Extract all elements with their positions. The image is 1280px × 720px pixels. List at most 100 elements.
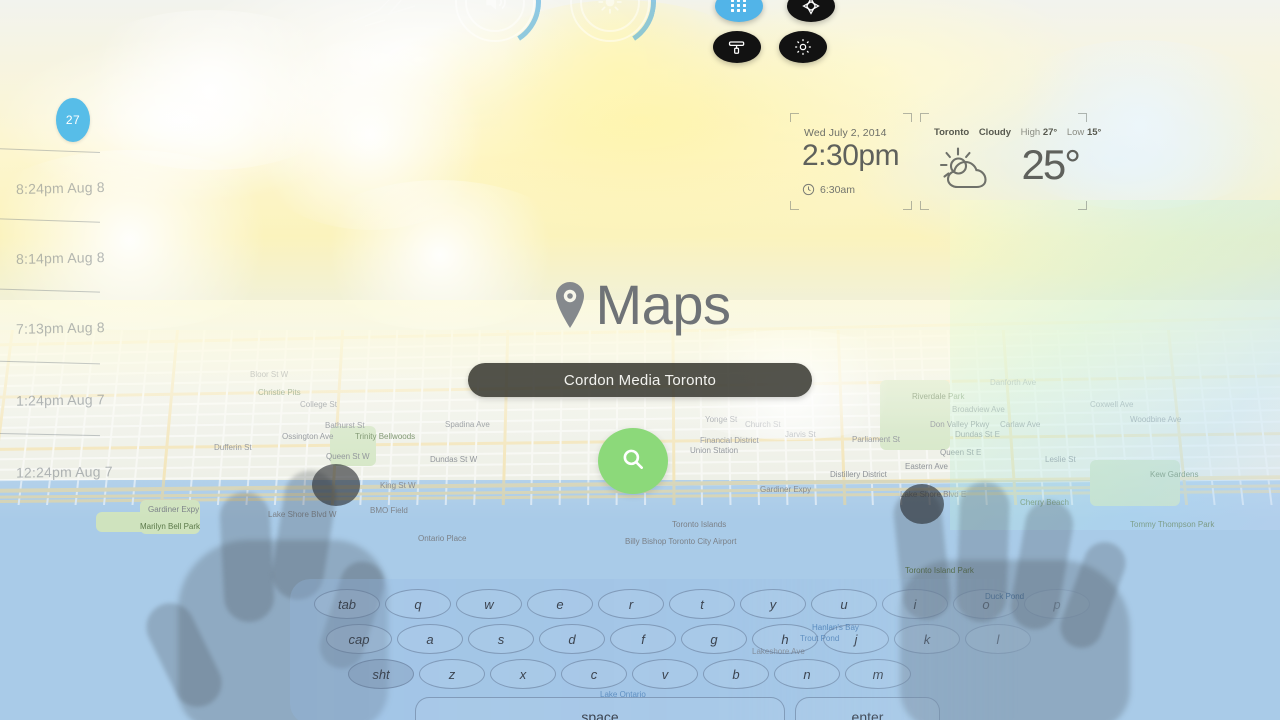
key-z[interactable]: z (419, 659, 485, 689)
key-l[interactable]: l (965, 624, 1031, 654)
map-label: King St W (380, 481, 416, 490)
panel-corner (790, 113, 799, 122)
timeline-badge-count: 27 (65, 113, 81, 127)
key-v[interactable]: v (632, 659, 698, 689)
paint-roller-icon (727, 37, 747, 57)
left-touch-cursor[interactable] (312, 464, 360, 506)
key-o[interactable]: o (953, 589, 1019, 619)
enter-key[interactable]: enter (795, 697, 940, 720)
right-touch-cursor[interactable] (900, 484, 944, 524)
key-k[interactable]: k (894, 624, 960, 654)
map-label: Distillery District (830, 470, 887, 479)
apps-grid-button[interactable] (715, 0, 763, 22)
timeline-entry-label: 8:24pm Aug 8 (15, 178, 105, 198)
weather-temperature: 25° (1021, 141, 1080, 188)
space-key[interactable]: space (415, 697, 785, 720)
keyboard-row-2: cap a s d f g h j k l (326, 624, 1031, 654)
key-i[interactable]: i (882, 589, 948, 619)
key-a[interactable]: a (397, 624, 463, 654)
timeline-entry-label: 8:14pm Aug 8 (15, 249, 105, 267)
map-label: Dufferin St (214, 443, 252, 452)
app-icon-cluster (705, 0, 845, 65)
key-sht[interactable]: sht (348, 659, 414, 689)
weather-city: Toronto (934, 127, 970, 138)
status-arc-brightness[interactable] (555, 0, 665, 57)
gear-icon (793, 37, 813, 57)
network-button[interactable] (787, 0, 835, 22)
key-cap[interactable]: cap (326, 624, 392, 654)
panel-corner (920, 113, 929, 122)
weather-low: Low 15° (1066, 127, 1102, 138)
key-m[interactable]: m (845, 659, 911, 689)
key-c[interactable]: c (561, 659, 627, 689)
weather-summary: Toronto Cloudy High 27° Low 15° (934, 127, 1101, 138)
search-bar[interactable] (468, 363, 812, 397)
panel-corner (1078, 113, 1087, 122)
keyboard-row-3: sht z x c v b n m (348, 659, 911, 689)
map-label: Queen St W (326, 452, 370, 461)
park-area (1090, 460, 1180, 506)
search-submit-button[interactable] (598, 428, 668, 494)
map-label: Marilyn Bell Park (140, 522, 201, 531)
timeline-divider (0, 218, 100, 223)
clock-time: 2:30pm (802, 139, 900, 172)
key-tab[interactable]: tab (314, 589, 380, 619)
key-q[interactable]: q (385, 589, 451, 619)
magnifier-icon (620, 446, 646, 477)
sun-icon (570, 0, 650, 42)
map-label: Trinity Bellwoods (355, 432, 416, 441)
clock-icon (802, 183, 815, 196)
key-f[interactable]: f (610, 624, 676, 654)
status-decoration-left (345, 0, 435, 40)
map-label: Toronto Islands (672, 520, 727, 529)
panel-corner (920, 201, 929, 210)
key-j[interactable]: j (823, 624, 889, 654)
map-label: Eastern Ave (905, 462, 948, 471)
keyboard-row-1: tab q w e r t y u i o p (314, 589, 1090, 619)
key-p[interactable]: p (1024, 589, 1090, 619)
weather-condition: Cloudy (978, 127, 1012, 138)
timeline-divider (0, 432, 100, 437)
left-middle-finger-shadow (218, 490, 276, 624)
sun-behind-cloud-icon (936, 142, 1002, 200)
key-n[interactable]: n (774, 659, 840, 689)
map-label: Kew Gardens (1150, 470, 1199, 479)
grid-dots-icon (729, 0, 749, 15)
map-label: Queen St E (940, 448, 982, 457)
clock-widget[interactable]: Wed July 2, 2014 2:30pm 6:30am (790, 113, 912, 210)
key-u[interactable]: u (811, 589, 877, 619)
map-label: Billy Bishop Toronto City Airport (625, 537, 737, 546)
weather-high: High 27° (1020, 127, 1058, 138)
timeline-badge[interactable]: 27 (56, 98, 90, 142)
key-g[interactable]: g (681, 624, 747, 654)
key-h[interactable]: h (752, 624, 818, 654)
key-y[interactable]: y (740, 589, 806, 619)
status-arc-volume[interactable] (440, 0, 550, 57)
map-label: Parliament St (852, 435, 901, 444)
map-label: Ontario Place (418, 534, 467, 543)
key-r[interactable]: r (598, 589, 664, 619)
key-s[interactable]: s (468, 624, 534, 654)
key-w[interactable]: w (456, 589, 522, 619)
clock-date: Wed July 2, 2014 (804, 127, 887, 139)
map-label: BMO Field (370, 506, 408, 515)
ar-display-stage: BMO Field Ontario Place Toronto Islands Bil… (0, 0, 1280, 720)
weather-widget[interactable]: Toronto Cloudy High 27° Low 15° 25° (920, 113, 1101, 210)
map-label: Union Station (690, 446, 739, 455)
settings-button[interactable] (779, 31, 827, 63)
key-x[interactable]: x (490, 659, 556, 689)
panel-corner (1078, 201, 1087, 210)
key-d[interactable]: d (539, 624, 605, 654)
location-pin-icon (550, 279, 590, 331)
search-input[interactable] (468, 371, 812, 389)
timeline-divider (0, 147, 100, 154)
key-b[interactable]: b (703, 659, 769, 689)
map-label: Dundas St E (955, 430, 1000, 439)
virtual-keyboard[interactable]: tab q w e r t y u i o p cap a s d f g h j k l sht z x c v b n m sp… (290, 579, 1280, 720)
map-label: Tommy Thompson Park (1130, 520, 1215, 529)
page-title: Maps (0, 272, 1280, 337)
paint-button[interactable] (713, 31, 761, 63)
panel-corner (903, 201, 912, 210)
key-t[interactable]: t (669, 589, 735, 619)
key-e[interactable]: e (527, 589, 593, 619)
